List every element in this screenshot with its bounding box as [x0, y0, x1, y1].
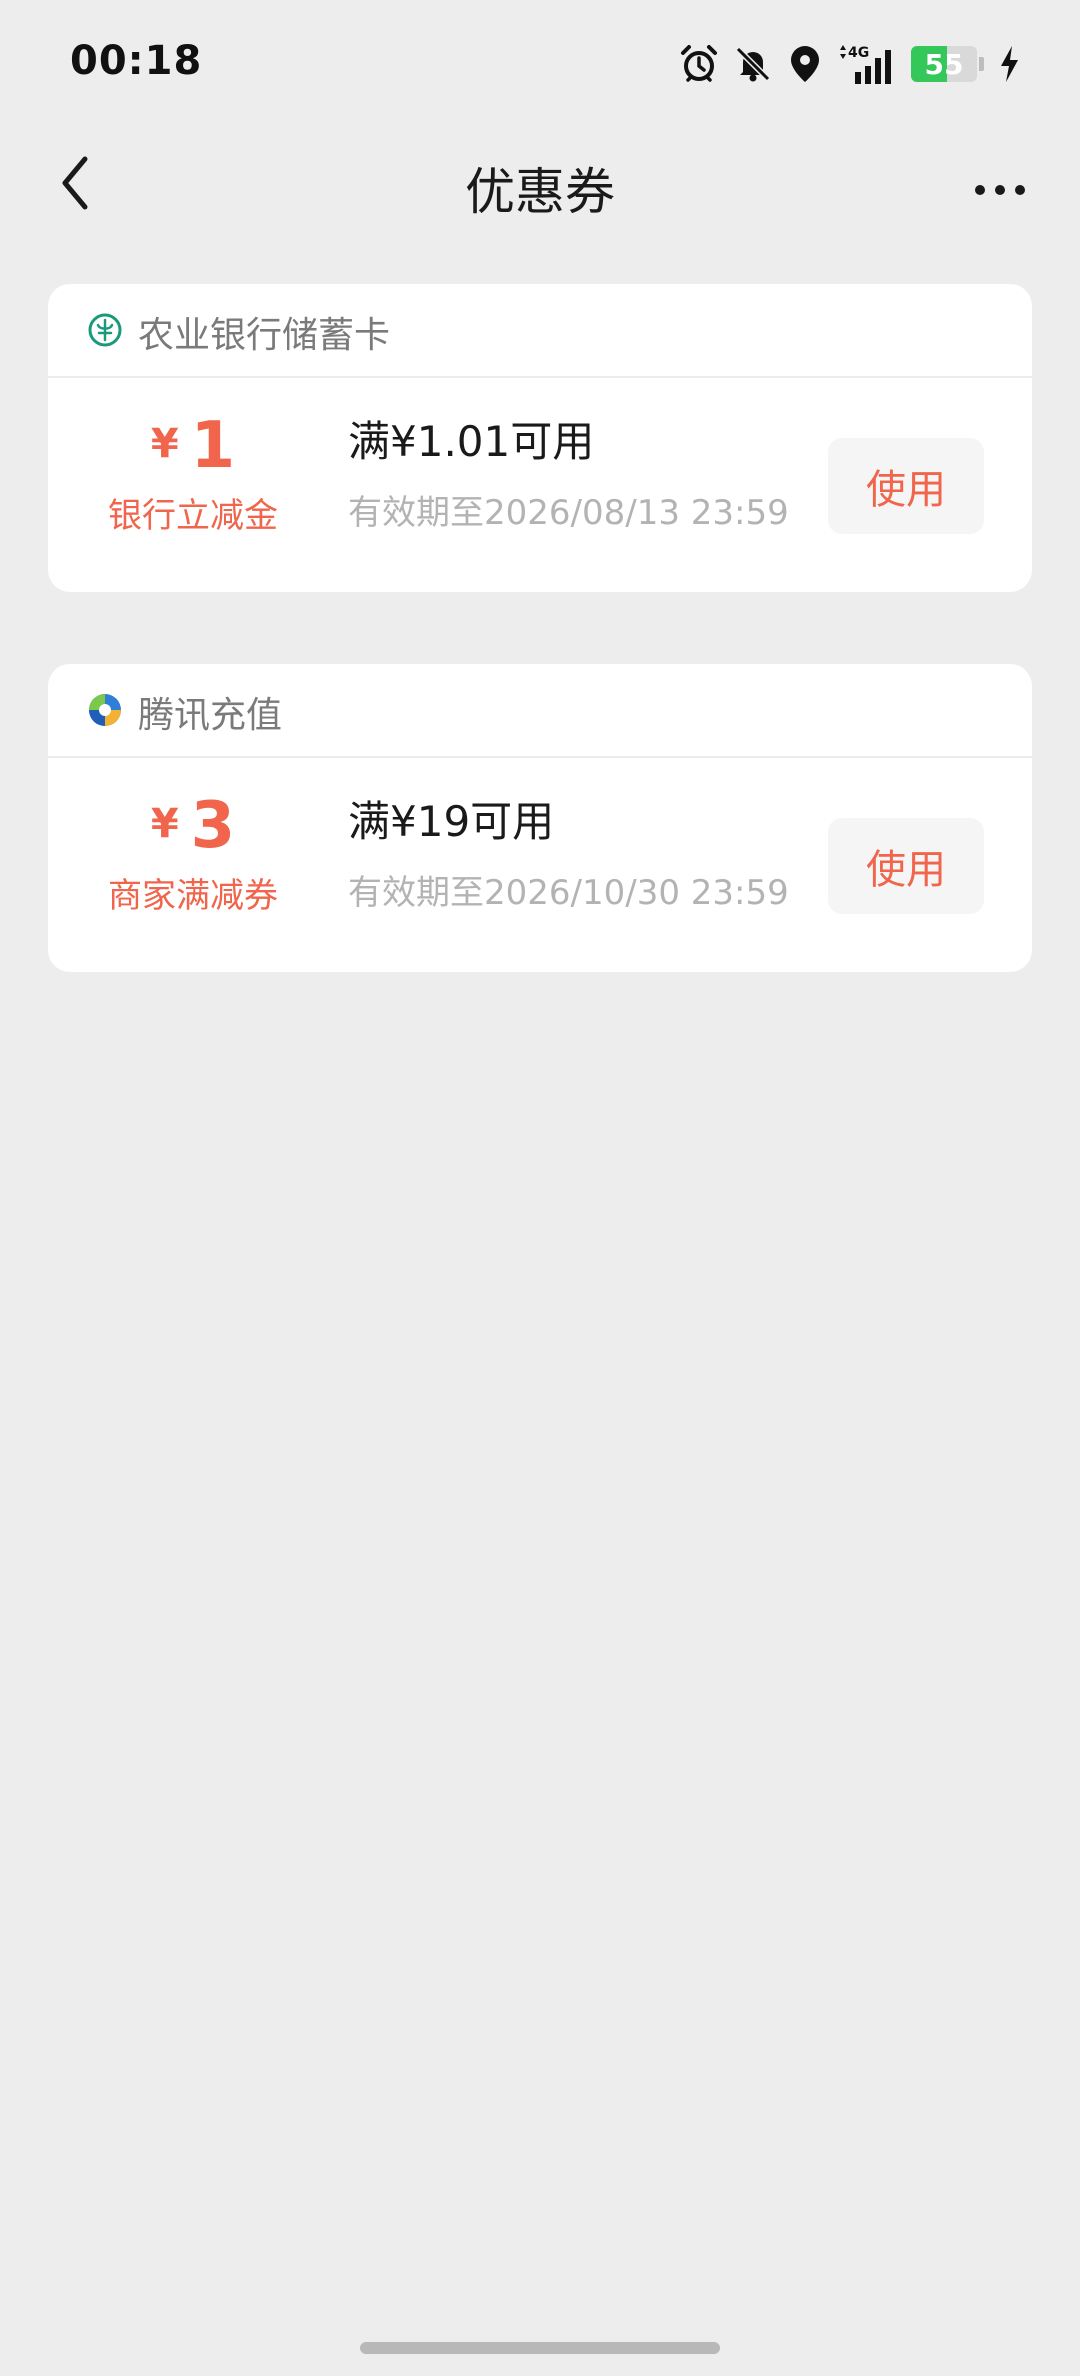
- coupon-info: 满¥1.01可用 有效期至2026/08/13 23:59: [348, 408, 789, 534]
- coupon-type-label: 银行立减金: [108, 496, 278, 536]
- coupon-condition: 满¥19可用: [348, 797, 555, 846]
- coupon-expiry: 有效期至2026/10/30 23:59: [348, 873, 789, 913]
- coupon-card: 农业银行储蓄卡 ¥1 银行立减金 满¥1.01可用 有效期至2026/08/13…: [48, 284, 1032, 592]
- signal-icon: 4G: [840, 45, 891, 84]
- use-coupon-button[interactable]: 使用: [828, 818, 984, 914]
- coupon-expiry: 有效期至2026/08/13 23:59: [348, 493, 789, 533]
- more-horizontal-icon-dot: [1015, 185, 1025, 195]
- merchant-name: 腾讯充值: [138, 695, 283, 736]
- more-button[interactable]: [960, 160, 1040, 220]
- nav-bar: 优惠券: [0, 130, 1080, 250]
- coupon-amount-block: ¥1 银行立减金: [88, 414, 298, 537]
- coupon-amount-block: ¥3 商家满减券: [88, 794, 298, 917]
- charging-icon: [1001, 46, 1018, 82]
- coupon-card-body: ¥1 银行立减金 满¥1.01可用 有效期至2026/08/13 23:59 使…: [48, 378, 1032, 592]
- coupon-condition: 满¥1.01可用: [348, 417, 595, 466]
- battery-icon: 55: [911, 46, 977, 82]
- status-icons: 4G 55: [679, 40, 1020, 88]
- status-bar: 00:18 4G 55: [0, 0, 1080, 125]
- coupon-card-header: 腾讯充值: [48, 664, 1032, 758]
- location-icon: [791, 46, 819, 82]
- coupon-amount: ¥3: [88, 794, 298, 858]
- currency-symbol: ¥: [150, 801, 179, 847]
- page-title: 优惠券: [465, 163, 615, 221]
- coupon-card: 腾讯充值 ¥3 商家满减券 满¥19可用 有效期至2026/10/30 23:5…: [48, 664, 1032, 972]
- status-time: 00:18: [70, 38, 203, 84]
- coupon-card-body: ¥3 商家满减券 满¥19可用 有效期至2026/10/30 23:59 使用: [48, 758, 1032, 972]
- alarm-icon: [681, 45, 717, 82]
- coupon-type-label: 商家满减券: [108, 876, 278, 916]
- svg-text:4G: 4G: [848, 45, 869, 61]
- battery-cap: [979, 57, 984, 71]
- coupon-amount: ¥1: [88, 414, 298, 478]
- amount-value: 3: [190, 789, 236, 863]
- home-indicator[interactable]: [360, 2342, 720, 2354]
- amount-value: 1: [190, 409, 236, 483]
- tencent-recharge-logo-icon: [89, 694, 121, 726]
- more-horizontal-icon: [975, 185, 985, 195]
- abc-bank-logo-icon: [88, 313, 122, 347]
- more-horizontal-icon-dot: [995, 185, 1005, 195]
- bell-muted-icon: [735, 46, 771, 82]
- battery-level: 55: [924, 47, 964, 81]
- coupon-card-header: 农业银行储蓄卡: [48, 284, 1032, 378]
- currency-symbol: ¥: [150, 421, 179, 467]
- use-coupon-button[interactable]: 使用: [828, 438, 984, 534]
- merchant-name: 农业银行储蓄卡: [138, 315, 391, 356]
- coupon-info: 满¥19可用 有效期至2026/10/30 23:59: [348, 788, 789, 914]
